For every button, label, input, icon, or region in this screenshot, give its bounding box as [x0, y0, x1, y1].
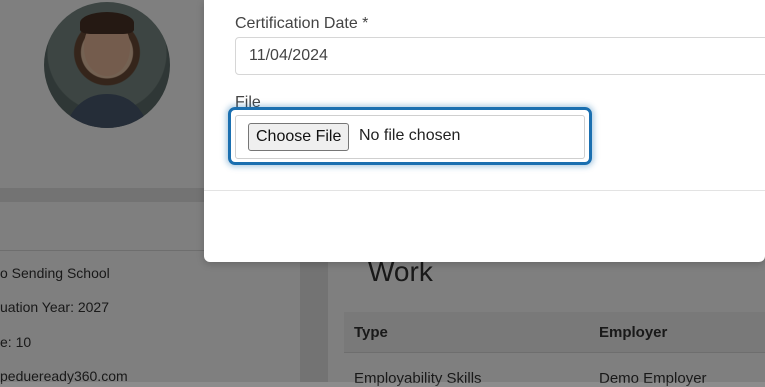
- cert-date-label: Certification Date *: [235, 15, 369, 32]
- certification-modal: Certification Date * 11/04/2024 File Cho…: [204, 0, 765, 262]
- modal-footer-divider: [204, 190, 765, 191]
- choose-file-button[interactable]: Choose File: [248, 123, 350, 151]
- no-file-chosen-text: No file chosen: [359, 127, 461, 144]
- cert-date-input[interactable]: 11/04/2024: [235, 37, 765, 75]
- file-input[interactable]: Choose File No file chosen: [235, 115, 585, 159]
